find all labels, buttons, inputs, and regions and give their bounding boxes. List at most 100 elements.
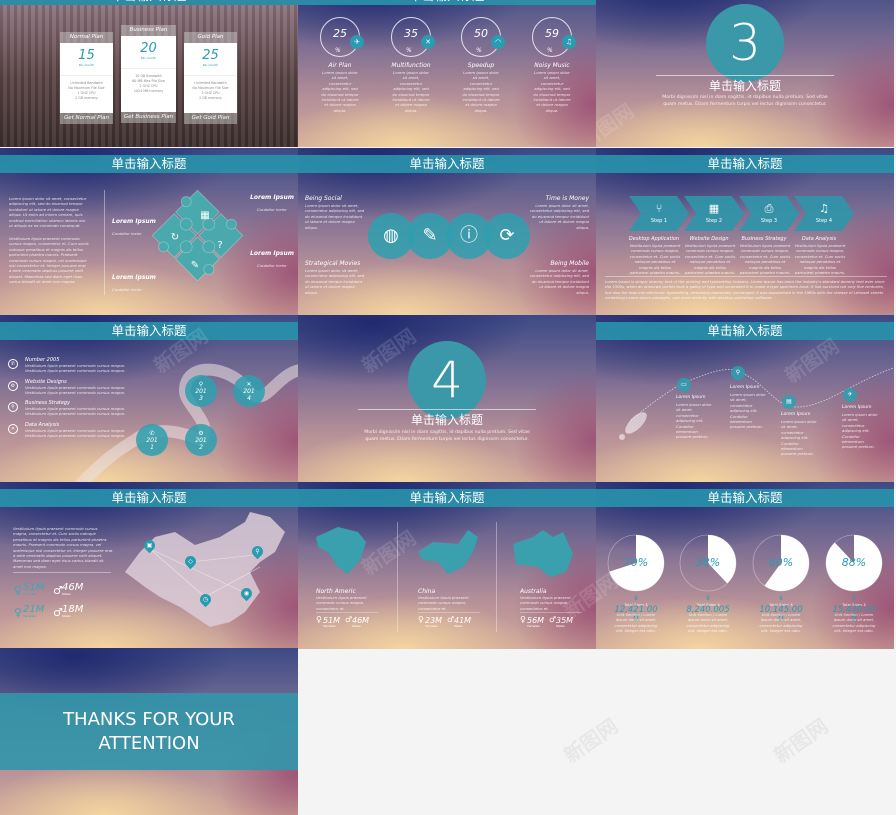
slide-steps[interactable]: 单击输入标题 ⑂ Step 1 Desktop Application Vestibu… [596, 148, 894, 315]
ring-label: Noisy Music [534, 62, 570, 69]
step-chevron: ♫ Step 4 [794, 196, 854, 231]
block-title: Being Social [305, 195, 342, 202]
puzzle-sub: Curabitur tortor [112, 287, 142, 292]
rocket-icon: ✈ [843, 388, 857, 402]
map-pin: ▣ [141, 537, 158, 554]
region-text: Vestibulum ligula praesent commodo cursu… [316, 595, 367, 611]
step-text: Vestibulum ligula praesent commodo cursu… [684, 243, 736, 276]
refresh-icon: ⟳ [484, 213, 530, 259]
body-text: Vestibulum ligula praesent commodo cursu… [13, 526, 113, 569]
stat: 46M Males [352, 617, 369, 629]
plan-price: 20 [140, 41, 157, 56]
airplane-icon: ✈ [350, 35, 364, 49]
slide-regions[interactable]: 单击输入标题 North Americ Vestibulum ligula pra… [298, 482, 596, 649]
body-text: Lorem ipsum dolor sit amet, consectetur … [9, 196, 87, 229]
thanks-line: ATTENTION [98, 733, 200, 754]
section-text: Morbi dignissim nisl in diam sagittis, i… [662, 95, 828, 107]
puzzle-label: Lorem Ipsum [250, 250, 294, 257]
year-text: 201 [146, 437, 158, 444]
year-text: 3 [199, 395, 203, 402]
stat: 56M Females [527, 617, 544, 629]
slide-pies[interactable]: 单击输入标题 70% $ Total Sales $12,421.000 Unit S… [596, 482, 894, 649]
fork-icon: ⑂ [655, 202, 663, 215]
ring-text: Lorem ipsum dolor sit amet, consectetur … [533, 70, 571, 113]
watermark: 新图网 [559, 713, 623, 768]
slide-pricing[interactable]: 单击输入标题 Normal Plan 15Per month Unlimited… [0, 0, 298, 147]
pie-subtext: Unit Section / Lorem ipsum dolor sit ame… [614, 612, 658, 634]
currency: $ [852, 595, 856, 602]
music-icon: ♫ [819, 202, 829, 215]
plan-period: Per month [78, 63, 95, 67]
puzzle-sub: Curabitur tortor [112, 231, 142, 236]
pricing-card-business: Business Plan 20 Per month 10 GB Bandwith… [121, 25, 176, 123]
stat: 23M Females [425, 617, 442, 629]
step-chevron: ⑂ Step 1 [629, 196, 689, 231]
tools-icon: ✕ [421, 35, 435, 49]
timeline-title: Lorem Ipsum [730, 385, 760, 390]
slide-road[interactable]: 单击输入标题 ✆ Number 2005 Vestibulum ligula pra… [0, 315, 298, 482]
plan-price: 25 [202, 48, 219, 63]
slide-timeline[interactable]: 单击输入标题 ▭ Lorem Ipsum Lorem ipsum dolor sit… [596, 315, 894, 482]
list-text: Vestibulum ligula praesent commodo cursu… [25, 432, 126, 438]
feature: 1024 MB memory [133, 89, 164, 93]
section-title: 单击输入标题 [708, 79, 781, 93]
step-text: Vestibulum ligula praesent commodo cursu… [739, 243, 791, 276]
pie-percent: 88% [841, 556, 867, 569]
pencil-icon: ✎ [191, 260, 199, 271]
get-plan-button[interactable]: Get Business Plan [121, 112, 176, 123]
slide-four-circles[interactable]: 单击输入标题 ◍ ✎ ⓘ ⟳ Being Social Lorem ipsum … [298, 148, 596, 315]
divider [418, 612, 480, 613]
year-icon: ⚙ [198, 430, 204, 437]
section-number-circle: 4 [408, 341, 486, 419]
china-map [418, 530, 478, 574]
watermark: 新图网 [596, 98, 639, 147]
slide-section-4[interactable]: 4 单击输入标题 Morbi dignissim nisl in diam sa… [298, 315, 596, 482]
year-circle: ⚲ 201 3 [185, 375, 217, 407]
timeline-text: Lorem ipsum dolor sit amet, consectetur … [842, 412, 878, 450]
plan-price: 15 [78, 48, 95, 63]
stat: 21M Females [23, 604, 45, 619]
block-title: Time is Money [545, 195, 589, 202]
map-pin: ⚲ [249, 543, 266, 560]
pie-subtext: Unit Section / Lorem ipsum dolor sit ame… [832, 612, 876, 634]
slide-rings[interactable]: 单击输入标题 25%✈Air PlanLorem ipsum dolor sit… [298, 0, 596, 147]
step-chevron: ⎙ Step 3 [739, 196, 799, 231]
china-map [125, 512, 285, 627]
year-circle: ⚙ 201 2 [185, 424, 217, 456]
thanks-text: THANKS FOR YOUR ATTENTION [0, 708, 298, 756]
slide-puzzle[interactable]: 单击输入标题 Lorem ipsum dolor sit amet, conse… [0, 148, 298, 315]
list-icon: ⚲ [8, 402, 18, 412]
region-name: North Americ [316, 588, 356, 595]
female-icon: ♀ [14, 584, 23, 597]
section-text: Morbi dignissim nisl in diam sagittis, i… [364, 430, 530, 442]
slide-thanks[interactable]: THANKS FOR YOUR ATTENTION [0, 648, 298, 815]
block-title: Being Mobile [550, 260, 589, 267]
year-text: 201 [243, 388, 255, 395]
map-pin: ◉ [238, 585, 255, 602]
ring-text: Lorem ipsum dolor sit amet, consectetur … [392, 70, 430, 113]
divider [316, 612, 378, 613]
slide-china-map[interactable]: 单击输入标题 Vestibulum ligula praesent commod… [0, 482, 298, 649]
pie-percent: 60% [768, 556, 794, 569]
get-plan-button[interactable]: Get Gold Plan [184, 113, 237, 124]
feature: 2 GB memory [199, 96, 222, 100]
calendar-icon: ▦ [708, 202, 720, 215]
female-icon: ♀ [14, 606, 23, 619]
pie-percent: 70% [623, 556, 649, 569]
slide-title-bar: 单击输入标题 [298, 155, 596, 173]
ring-label: Air Plan [328, 62, 352, 69]
feature: 2 GB memory [75, 96, 98, 100]
year-text: 201 [195, 388, 207, 395]
pie-subtext: Unit Section / Lorem ipsum dolor sit ame… [686, 612, 730, 634]
plan-period: Per month [140, 56, 157, 60]
question-icon: ? [217, 240, 222, 251]
timeline-text: Lorem ipsum dolor sit amet, consectetur … [676, 402, 712, 440]
year-icon: ⚲ [198, 381, 204, 388]
paragraph: Lorem Ipsum is simply dummy text of the … [605, 276, 887, 301]
percent-sign: % [547, 47, 553, 54]
thanks-line: THANKS FOR YOUR [63, 709, 235, 730]
get-plan-button[interactable]: Get Normal Plan [60, 113, 113, 124]
block-text: Lorem ipsum dolor sit amet, consectetur … [305, 268, 365, 295]
region-name: Australia [520, 588, 547, 595]
slide-section-3[interactable]: 3 单击输入标题 Morbi dignissim nisl in diam sa… [596, 0, 894, 147]
